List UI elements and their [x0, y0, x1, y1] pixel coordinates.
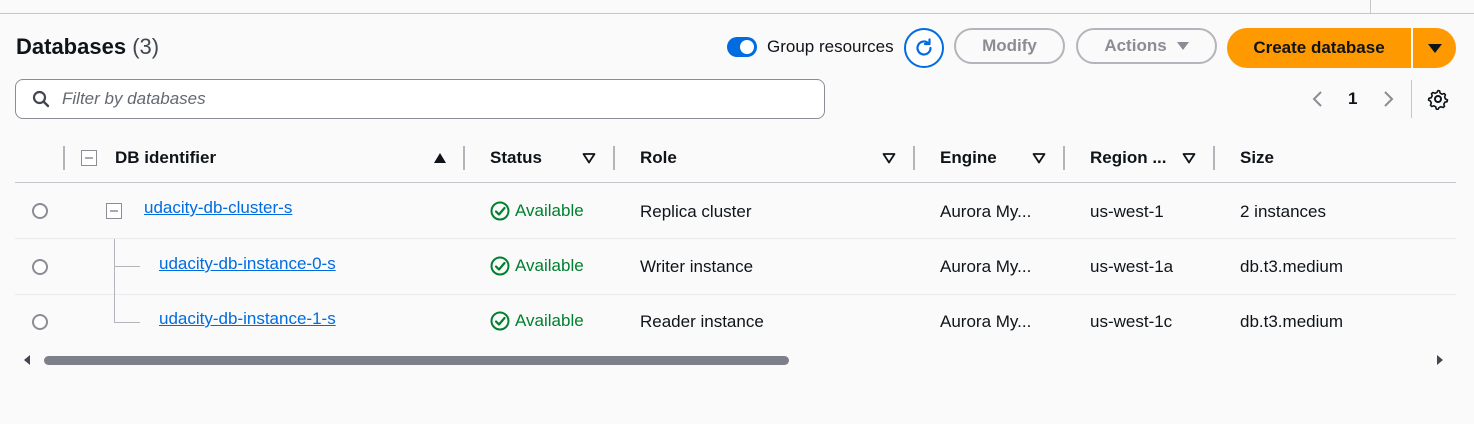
top-divider	[0, 13, 1474, 14]
role-text: Replica cluster	[640, 202, 752, 221]
status-text: Available	[515, 256, 584, 275]
row-select-radio[interactable]	[32, 259, 48, 275]
page-title: Databases (3)	[16, 34, 159, 60]
status-text: Available	[515, 311, 584, 330]
row-select-radio[interactable]	[32, 314, 48, 330]
db-identifier-link[interactable]: udacity-db-cluster-s	[144, 198, 292, 218]
top-divider-tick	[1370, 0, 1371, 13]
sort-icon[interactable]	[1182, 152, 1196, 164]
engine-text: Aurora My...	[940, 312, 1032, 331]
region-text: us-west-1a	[1090, 257, 1174, 276]
resource-count: (3)	[132, 34, 160, 59]
sort-icon[interactable]	[1032, 152, 1046, 164]
status-text: Available	[515, 201, 584, 220]
filter-input[interactable]	[60, 88, 764, 110]
column-separator	[613, 146, 615, 170]
column-separator	[63, 146, 65, 170]
table-header: DB identifier Status Role Engine Region …	[15, 140, 1456, 183]
refresh-icon	[916, 38, 932, 56]
create-database-split-button[interactable]: Create database	[1227, 28, 1456, 68]
column-db-identifier[interactable]: DB identifier	[115, 148, 216, 168]
size-text: db.t3.medium	[1240, 257, 1343, 276]
toggle-switch[interactable]	[727, 37, 757, 57]
column-engine[interactable]: Engine	[940, 148, 997, 168]
create-database-label: Create database	[1253, 38, 1385, 57]
status-badge: Available	[490, 201, 584, 221]
actions-label: Actions	[1104, 36, 1167, 55]
column-region[interactable]: Region ...	[1090, 148, 1167, 168]
tree-connector	[114, 322, 140, 323]
tree-connector	[114, 266, 140, 267]
modify-label: Modify	[982, 36, 1037, 55]
filter-bar[interactable]	[15, 79, 825, 119]
column-separator	[1063, 146, 1065, 170]
size-text: 2 instances	[1240, 202, 1326, 221]
region-text: us-west-1c	[1090, 312, 1173, 331]
column-separator	[1213, 146, 1215, 170]
column-separator	[913, 146, 915, 170]
collapse-icon[interactable]	[106, 203, 122, 219]
region-text: us-west-1	[1090, 202, 1164, 221]
create-database-button[interactable]: Create database	[1227, 28, 1411, 68]
role-text: Reader instance	[640, 312, 764, 331]
check-circle-icon	[490, 201, 510, 221]
group-resources-label: Group resources	[767, 37, 894, 56]
sort-icon[interactable]	[582, 152, 596, 164]
table-row[interactable]: udacity-db-cluster-s Available Replica c…	[15, 183, 1456, 239]
modify-button[interactable]: Modify	[954, 28, 1065, 64]
column-status[interactable]: Status	[490, 148, 542, 168]
collapse-all-icon[interactable]	[81, 150, 97, 166]
search-icon	[32, 90, 50, 108]
previous-page-icon[interactable]	[1310, 88, 1326, 110]
scroll-left-icon[interactable]	[22, 354, 32, 366]
gear-icon[interactable]	[1427, 88, 1449, 110]
sort-ascending-icon[interactable]	[433, 152, 447, 164]
actions-button[interactable]: Actions	[1076, 28, 1217, 64]
table-row[interactable]: udacity-db-instance-1-s Available Reader…	[15, 294, 1456, 349]
column-size[interactable]: Size	[1240, 148, 1274, 168]
caret-down-icon	[1176, 42, 1189, 50]
pager-divider	[1411, 80, 1412, 118]
horizontal-scrollbar[interactable]	[22, 350, 1452, 370]
sort-icon[interactable]	[882, 152, 896, 164]
row-select-radio[interactable]	[32, 203, 48, 219]
refresh-button[interactable]	[904, 28, 944, 68]
engine-text: Aurora My...	[940, 202, 1032, 221]
next-page-icon[interactable]	[1380, 88, 1396, 110]
create-database-dropdown[interactable]	[1413, 28, 1456, 68]
check-circle-icon	[490, 256, 510, 276]
scroll-thumb[interactable]	[44, 356, 789, 365]
role-text: Writer instance	[640, 257, 754, 276]
engine-text: Aurora My...	[940, 257, 1032, 276]
group-resources-toggle[interactable]: Group resources	[727, 37, 894, 57]
check-circle-icon	[490, 311, 510, 331]
scroll-right-icon[interactable]	[1435, 354, 1445, 366]
page-title-text: Databases	[16, 34, 127, 59]
caret-down-icon	[1427, 43, 1442, 53]
table-row[interactable]: udacity-db-instance-0-s Available Writer…	[15, 239, 1456, 295]
column-separator	[463, 146, 465, 170]
current-page[interactable]: 1	[1348, 89, 1357, 109]
status-badge: Available	[490, 311, 584, 331]
status-badge: Available	[490, 256, 584, 276]
tree-connector	[114, 294, 115, 322]
db-identifier-link[interactable]: udacity-db-instance-1-s	[159, 309, 336, 329]
size-text: db.t3.medium	[1240, 312, 1343, 331]
column-role[interactable]: Role	[640, 148, 677, 168]
db-identifier-link[interactable]: udacity-db-instance-0-s	[159, 254, 336, 274]
